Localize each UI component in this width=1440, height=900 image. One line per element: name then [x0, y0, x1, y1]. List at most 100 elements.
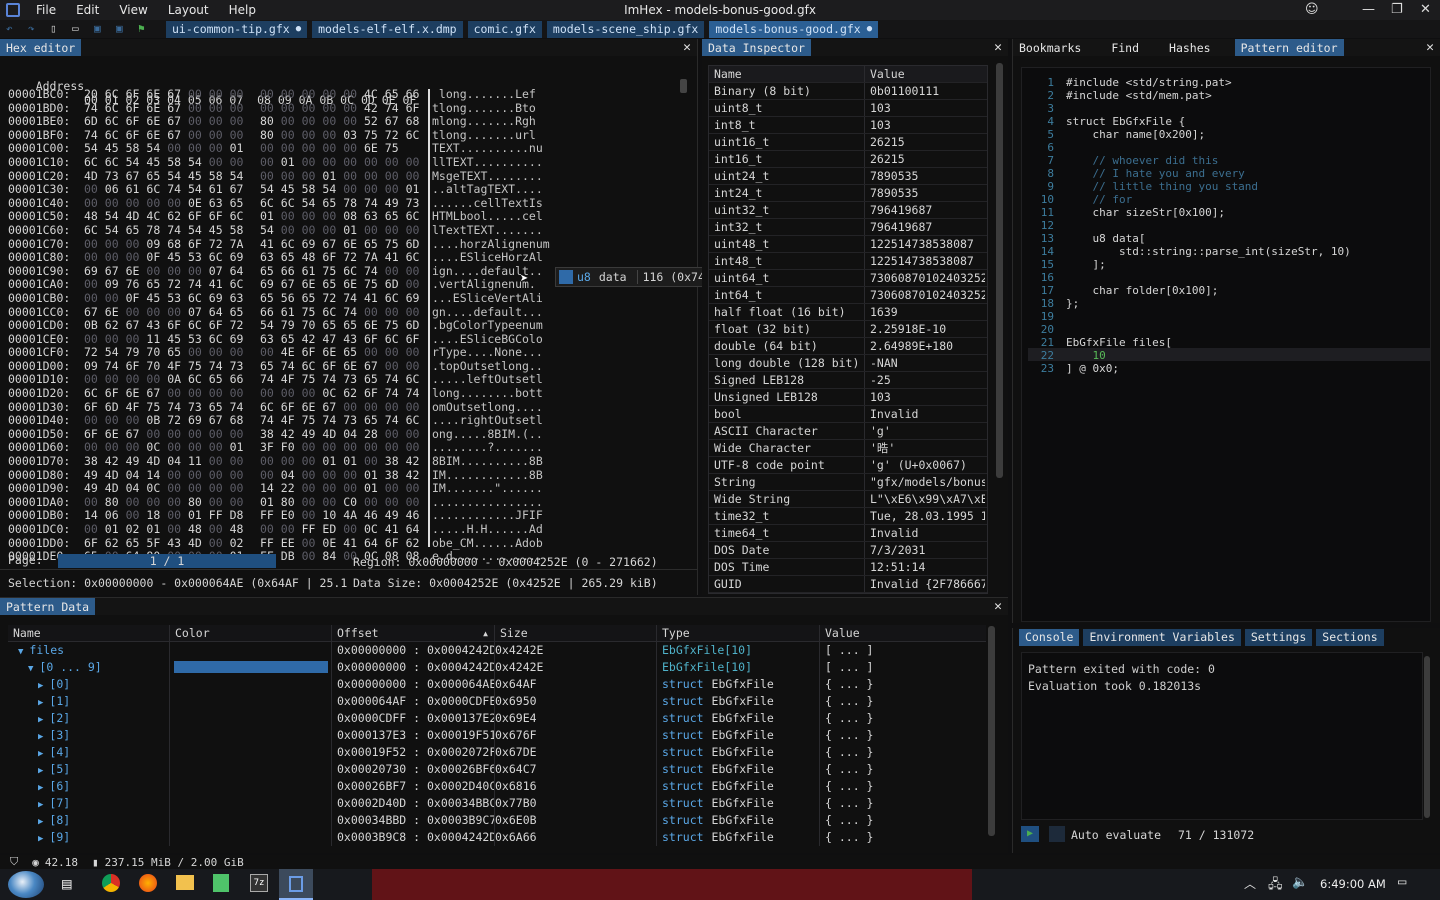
hex-byte[interactable]: 6E — [105, 305, 119, 319]
hex-byte[interactable]: 74 — [322, 372, 336, 387]
hex-byte[interactable]: 00 — [302, 468, 316, 482]
hex-byte[interactable]: 0C — [364, 522, 378, 536]
inspector-row[interactable]: uint32_t 796419687 — [709, 202, 987, 219]
hex-byte[interactable]: 56 — [281, 291, 295, 305]
hex-byte[interactable]: 75 — [385, 141, 399, 156]
ascii-column[interactable]: ....horzAlignenum — [432, 237, 550, 251]
hex-byte[interactable]: 00 — [167, 305, 181, 319]
hex-byte[interactable]: 67 — [167, 87, 181, 101]
hex-byte[interactable]: 63 — [260, 250, 274, 264]
hex-byte[interactable]: 67 — [322, 237, 336, 251]
hex-byte[interactable]: 65 — [126, 536, 140, 550]
hex-byte[interactable]: 00 — [385, 223, 399, 237]
hex-byte[interactable]: 74 — [167, 223, 181, 237]
minimize-button[interactable]: — — [1362, 2, 1375, 17]
hex-byte[interactable]: 75 — [385, 237, 399, 251]
hex-byte[interactable]: 00 — [188, 481, 202, 495]
inspector-value[interactable]: -25 — [865, 372, 985, 388]
hex-byte[interactable]: 00 — [364, 400, 378, 414]
hex-byte[interactable]: 00 — [188, 114, 202, 128]
pattern-data-scrollbar[interactable] — [988, 626, 995, 836]
inspector-row[interactable]: int32_t 796419687 — [709, 219, 987, 236]
expand-right-icon[interactable]: ▶ — [38, 800, 43, 810]
hex-byte[interactable]: 00 — [322, 101, 336, 115]
hex-byte[interactable]: 00 — [302, 495, 316, 509]
tab-hex-editor[interactable]: Hex editor — [0, 39, 82, 56]
hex-byte[interactable]: 65 — [281, 250, 295, 264]
ascii-column[interactable]: gn....default... — [432, 305, 543, 319]
hex-byte[interactable]: 00 — [364, 169, 378, 183]
hex-byte[interactable]: 00 — [84, 372, 98, 387]
inspector-row[interactable]: half float (16 bit) 1639 — [709, 304, 987, 321]
hex-byte[interactable]: 09 — [146, 237, 160, 251]
hex-byte[interactable]: 00 — [406, 305, 420, 319]
hex-byte[interactable]: 00 — [260, 386, 274, 400]
hex-byte[interactable]: 00 — [105, 372, 119, 387]
hex-byte[interactable]: 00 — [230, 427, 244, 441]
hex-byte[interactable]: 00 — [126, 495, 140, 509]
ascii-column[interactable]: ......cellTextIs — [432, 196, 543, 210]
hex-byte[interactable]: 6F — [126, 101, 140, 115]
save-icon[interactable]: ▣ — [94, 22, 110, 36]
hex-byte[interactable]: 00 — [281, 141, 295, 156]
hex-byte[interactable]: 64 — [230, 264, 244, 278]
hex-byte[interactable]: 00 — [281, 87, 295, 101]
hex-byte[interactable]: 65 — [322, 277, 336, 292]
pattern-row[interactable]: ▶ [7] 0x0002D40D : 0x00034BBC 0x77B0 struct E… — [8, 795, 986, 812]
redo-icon[interactable]: ↷ — [28, 22, 44, 36]
hex-byte[interactable]: 00 — [167, 468, 181, 482]
hex-byte[interactable]: 65 — [322, 196, 336, 210]
hex-byte[interactable]: 73 — [406, 196, 420, 210]
hex-byte[interactable]: 54 — [188, 155, 202, 169]
hex-byte[interactable]: 65 — [260, 291, 274, 305]
pattern-row[interactable]: ▶ [3] 0x000137E3 : 0x00019F51 0x676F struct E… — [8, 727, 986, 744]
hex-byte[interactable]: 67 — [385, 114, 399, 128]
hex-byte[interactable]: 58 — [230, 223, 244, 237]
hex-byte[interactable]: EE — [281, 536, 295, 550]
close-data-inspector-icon[interactable]: ✕ — [994, 40, 1002, 55]
hex-byte[interactable]: 00 — [146, 427, 160, 441]
hex-byte[interactable]: 00 — [406, 223, 420, 237]
hex-byte[interactable]: 00 — [146, 196, 160, 210]
hex-byte[interactable]: 6C — [406, 128, 420, 142]
hex-byte[interactable]: 58 — [302, 182, 316, 196]
hex-byte[interactable]: 45 — [188, 169, 202, 183]
hex-byte[interactable]: 00 — [105, 332, 119, 346]
inspector-value[interactable]: 0b01100111 — [865, 83, 985, 99]
hex-byte[interactable]: 6C — [188, 372, 202, 387]
hex-byte[interactable]: 00 — [105, 250, 119, 264]
hex-byte[interactable]: 00 — [385, 400, 399, 414]
hex-byte[interactable]: 6C — [343, 264, 357, 278]
hex-byte[interactable]: 00 — [167, 495, 181, 509]
hex-byte[interactable]: 00 — [343, 101, 357, 115]
ascii-column[interactable]: ....rightOutsetl — [432, 413, 543, 427]
hex-byte[interactable]: 04 — [343, 427, 357, 441]
hex-byte[interactable]: 38 — [260, 427, 274, 441]
pattern-row[interactable]: ▼ [0 ... 9] 0x00000000 : 0x0004242D 0x4242E… — [8, 659, 986, 676]
taskbar-clock[interactable]: 6:49:00 AM — [1320, 877, 1386, 891]
hex-byte[interactable]: 06 — [105, 182, 119, 196]
inspector-value[interactable]: 7890535 — [865, 168, 985, 184]
hex-byte[interactable]: 18 — [146, 508, 160, 523]
inspector-value[interactable]: Tue, 28.03.1995 1 — [865, 508, 985, 524]
inspector-value[interactable]: '晧' — [865, 440, 985, 456]
hex-byte[interactable]: 00 — [230, 87, 244, 101]
hex-byte[interactable]: 6C — [260, 196, 274, 210]
hex-byte[interactable]: 6C — [105, 101, 119, 115]
hex-byte[interactable]: 00 — [385, 305, 399, 319]
hex-byte[interactable]: 4D — [105, 481, 119, 495]
hex-byte[interactable]: 6F — [126, 87, 140, 101]
hex-byte[interactable]: 00 — [84, 182, 98, 196]
hex-byte[interactable]: 00 — [167, 141, 181, 156]
hex-byte[interactable]: 6F — [322, 250, 336, 264]
hex-byte[interactable]: 00 — [281, 454, 295, 468]
hex-byte[interactable]: 6E — [126, 386, 140, 400]
inspector-row[interactable]: int64_t 73060870102403252 — [709, 287, 987, 304]
tab-pattern-data[interactable]: Pattern Data — [0, 598, 96, 615]
hex-byte[interactable]: 01 — [105, 522, 119, 536]
hex-byte[interactable]: 6C — [105, 128, 119, 142]
hex-byte[interactable]: 72 — [209, 237, 223, 251]
ascii-column[interactable]: ........?....... — [432, 440, 543, 455]
hex-byte[interactable]: 80 — [105, 495, 119, 509]
hex-byte[interactable]: 67 — [126, 169, 140, 183]
